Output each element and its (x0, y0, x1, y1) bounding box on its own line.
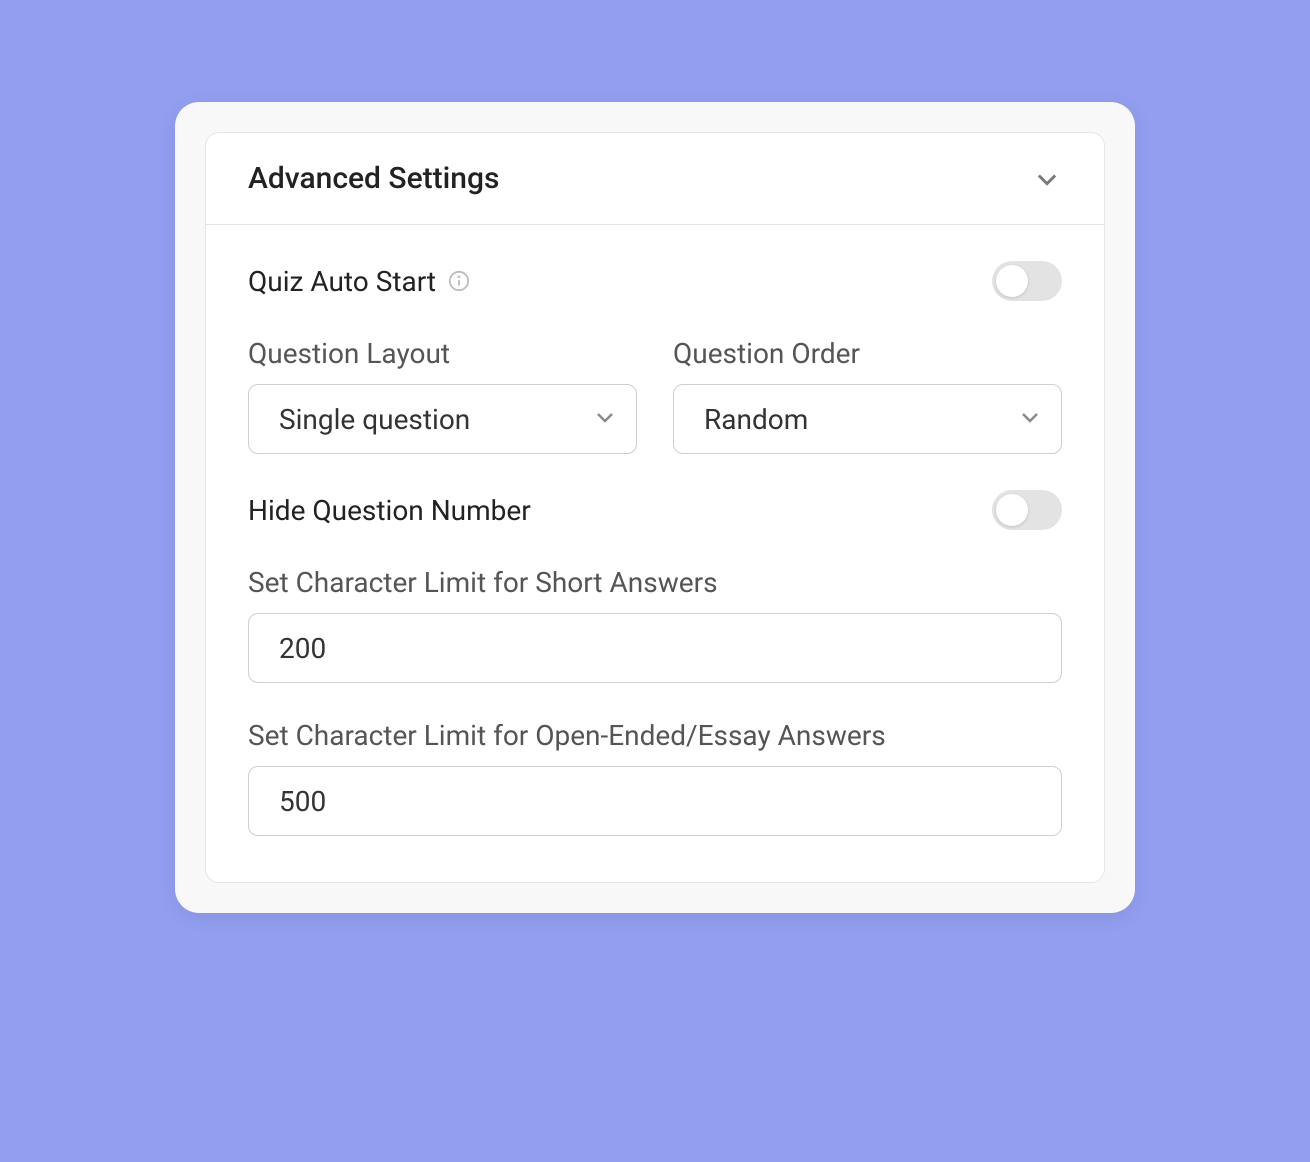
advanced-settings-header[interactable]: Advanced Settings (206, 133, 1104, 225)
advanced-settings-body: Quiz Auto Start Question Layout (206, 225, 1104, 882)
essay-answer-limit-label: Set Character Limit for Open-Ended/Essay… (248, 719, 1062, 752)
question-order-select-wrap: Random (673, 384, 1062, 454)
chevron-down-icon (1032, 164, 1062, 194)
hide-question-number-toggle[interactable] (992, 490, 1062, 530)
short-answer-limit-label: Set Character Limit for Short Answers (248, 566, 1062, 599)
toggle-knob (996, 265, 1028, 297)
question-order-select[interactable]: Random (673, 384, 1062, 454)
essay-answer-limit-field: Set Character Limit for Open-Ended/Essay… (248, 719, 1062, 836)
hide-question-number-row: Hide Question Number (248, 490, 1062, 530)
quiz-auto-start-toggle[interactable] (992, 261, 1062, 301)
question-order-label: Question Order (673, 337, 1062, 370)
info-icon[interactable] (448, 270, 470, 292)
toggle-knob (996, 494, 1028, 526)
question-layout-select[interactable]: Single question (248, 384, 637, 454)
hide-question-number-label: Hide Question Number (248, 494, 531, 527)
question-layout-field: Question Layout Single question (248, 337, 637, 454)
short-answer-limit-input[interactable] (248, 613, 1062, 683)
panel-title: Advanced Settings (248, 161, 499, 196)
question-order-field: Question Order Random (673, 337, 1062, 454)
short-answer-limit-field: Set Character Limit for Short Answers (248, 566, 1062, 683)
essay-answer-limit-input[interactable] (248, 766, 1062, 836)
question-layout-select-wrap: Single question (248, 384, 637, 454)
quiz-auto-start-row: Quiz Auto Start (248, 261, 1062, 301)
quiz-auto-start-label-wrap: Quiz Auto Start (248, 265, 470, 298)
quiz-auto-start-label: Quiz Auto Start (248, 265, 436, 298)
advanced-settings-panel: Advanced Settings Quiz Auto Start (205, 132, 1105, 883)
question-layout-label: Question Layout (248, 337, 637, 370)
layout-order-row: Question Layout Single question Question… (248, 337, 1062, 454)
settings-card: Advanced Settings Quiz Auto Start (175, 102, 1135, 913)
